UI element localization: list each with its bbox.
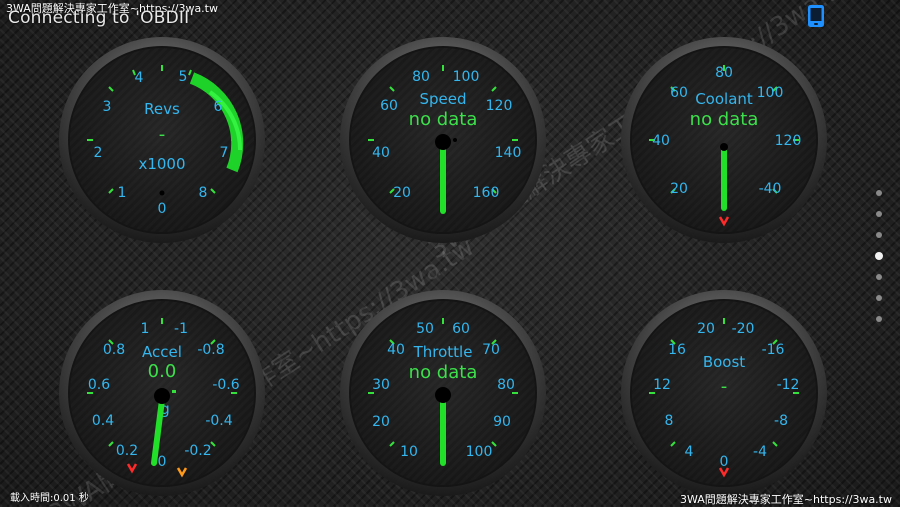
accel-value: 0.0 — [148, 361, 177, 382]
coolant-label-40: 40 — [652, 133, 670, 149]
boost-label-4: 4 — [685, 444, 694, 460]
boost-label-minus12: -12 — [777, 377, 800, 393]
gauge-boost[interactable]: 4 8 12 16 20 -20 -16 -12 -8 -4 0 Boost - — [621, 290, 827, 496]
gauge-accel[interactable]: 0.2 0.4 0.6 0.8 1 -1 -0.8 -0.6 -0.4 -0.2… — [59, 290, 265, 496]
accel-label-0.2: 0.2 — [116, 443, 138, 459]
page-indicator[interactable] — [873, 190, 885, 340]
page-dot-1[interactable] — [876, 190, 882, 196]
revs-label-2: 2 — [94, 145, 103, 161]
boost-label-12: 12 — [653, 377, 671, 393]
speed-label-120: 120 — [486, 98, 513, 114]
accel-label-minus0.2: -0.2 — [184, 443, 211, 459]
accel-label-minus0.4: -0.4 — [205, 413, 232, 429]
coolant-label-80: 80 — [715, 65, 733, 81]
accel-pivot — [154, 388, 170, 404]
coolant-label-minus40: -40 — [759, 181, 782, 197]
accel-label-0.6: 0.6 — [88, 377, 110, 393]
boost-label-minus8: -8 — [774, 413, 788, 429]
coolant-label-120: 120 — [775, 133, 802, 149]
revs-label-0: 0 — [158, 201, 167, 217]
gauge-revs[interactable]: 0 1 2 3 4 5 6 7 8 Revs - x1000 — [59, 37, 265, 243]
page-dot-3[interactable] — [876, 232, 882, 238]
gauge-speed[interactable]: 20 40 60 80 100 120 140 160 Speed no dat… — [340, 37, 546, 243]
speed-label-60: 60 — [380, 98, 398, 114]
speed-title: Speed — [419, 90, 466, 108]
throttle-label-90: 90 — [493, 414, 511, 430]
accel-label-0.4: 0.4 — [92, 413, 114, 429]
page-dot-5[interactable] — [876, 274, 882, 280]
page-dot-7[interactable] — [876, 316, 882, 322]
throttle-label-100: 100 — [466, 444, 493, 460]
throttle-label-20: 20 — [372, 414, 390, 430]
throttle-label-50: 50 — [416, 321, 434, 337]
boost-label-minus4: -4 — [753, 444, 767, 460]
accel-label-1: 1 — [141, 321, 150, 337]
revs-value: - — [159, 124, 166, 145]
accel-label-minus0.6: -0.6 — [212, 377, 239, 393]
throttle-pivot — [435, 387, 451, 403]
boost-label-16: 16 — [668, 342, 686, 358]
accel-label-0: 0 — [158, 454, 167, 470]
coolant-title: Coolant — [695, 90, 753, 108]
accel-label-minus0.8: -0.8 — [197, 342, 224, 358]
gauge-throttle[interactable]: 10 20 30 40 50 60 70 80 90 100 Throttle … — [340, 290, 546, 496]
boost-title: Boost — [703, 353, 745, 371]
throttle-label-10: 10 — [400, 444, 418, 460]
revs-label-8: 8 — [199, 185, 208, 201]
speed-label-100: 100 — [453, 69, 480, 85]
revs-unit: x1000 — [138, 155, 185, 173]
bottom-watermark: 3WA問題解決專家工作室~https://3wa.tw — [680, 493, 892, 506]
revs-title: Revs — [144, 100, 180, 118]
throttle-label-70: 70 — [482, 342, 500, 358]
boost-label-minus16: -16 — [762, 342, 785, 358]
revs-label-1: 1 — [118, 185, 127, 201]
speed-value: no data — [409, 109, 478, 130]
throttle-label-80: 80 — [497, 377, 515, 393]
speed-pivot — [435, 134, 451, 150]
coolant-label-100: 100 — [757, 85, 784, 101]
revs-label-5: 5 — [179, 69, 188, 85]
accel-title: Accel — [142, 343, 182, 361]
throttle-label-40: 40 — [387, 342, 405, 358]
page-dot-4-active[interactable] — [875, 252, 883, 260]
connection-status: Connecting to 'OBDII' — [8, 8, 195, 28]
page-dot-2[interactable] — [876, 211, 882, 217]
speed-label-140: 140 — [495, 145, 522, 161]
boost-label-8: 8 — [665, 413, 674, 429]
coolant-label-60: 60 — [670, 85, 688, 101]
load-time: 載入時間:0.01 秒 — [10, 493, 89, 504]
revs-label-7: 7 — [220, 145, 229, 161]
accel-label-minus1: -1 — [174, 321, 188, 337]
throttle-label-30: 30 — [372, 377, 390, 393]
revs-label-4: 4 — [135, 70, 144, 86]
throttle-title: Throttle — [413, 343, 473, 361]
coolant-value: no data — [690, 109, 759, 130]
revs-label-6: 6 — [214, 99, 223, 115]
gauge-coolant[interactable]: 20 40 60 80 100 120 -40 Coolant no data — [621, 37, 827, 243]
throttle-value: no data — [409, 362, 478, 383]
page-dot-6[interactable] — [876, 295, 882, 301]
throttle-label-60: 60 — [452, 321, 470, 337]
phone-icon[interactable] — [807, 4, 825, 28]
gauge-panel: 0 1 2 3 4 5 6 7 8 Revs - x1000 20 40 60 … — [59, 37, 827, 496]
revs-label-3: 3 — [103, 99, 112, 115]
speed-label-80: 80 — [412, 69, 430, 85]
accel-label-0.8: 0.8 — [103, 342, 125, 358]
boost-label-20: 20 — [697, 321, 715, 337]
coolant-label-20: 20 — [670, 181, 688, 197]
speed-label-40: 40 — [372, 145, 390, 161]
speed-label-160: 160 — [473, 185, 500, 201]
revs-pivot — [159, 190, 165, 196]
speed-label-20: 20 — [393, 185, 411, 201]
boost-label-minus20: -20 — [732, 321, 755, 337]
boost-value: - — [721, 376, 728, 397]
